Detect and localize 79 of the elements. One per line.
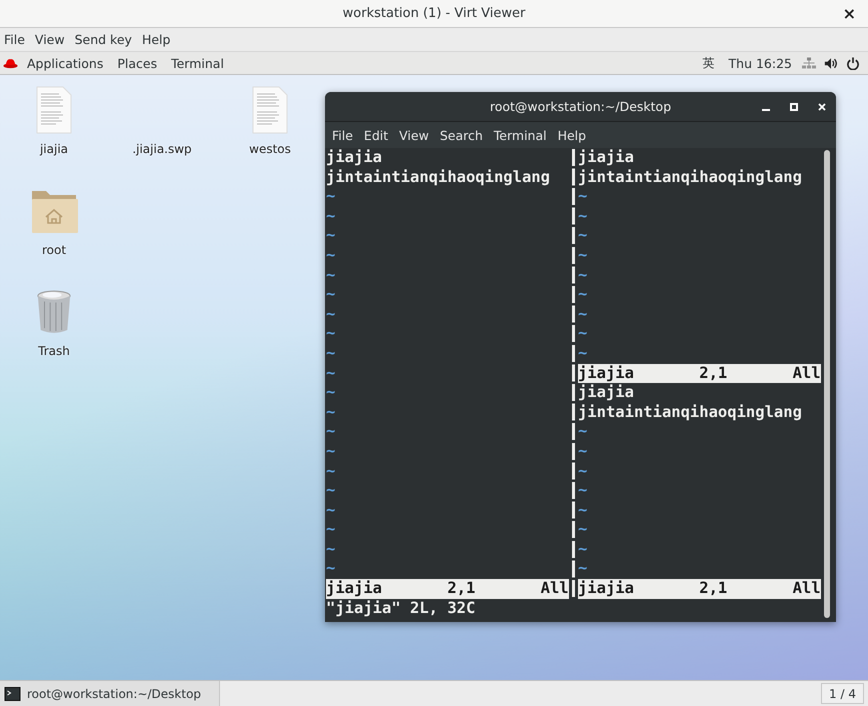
empty-line-marker: ~ <box>326 402 336 422</box>
command-line: "jiajia" 2L, 32C <box>326 598 476 618</box>
empty-line-marker: ~ <box>578 462 588 482</box>
empty-line-marker: ~ <box>326 187 336 207</box>
empty-line-marker: ~ <box>578 344 588 364</box>
file-label[interactable]: Trash <box>38 344 70 358</box>
empty-line-marker: ~ <box>578 187 588 207</box>
empty-line-marker: ~ <box>578 500 588 520</box>
window-title: root@workstation:~/Desktop <box>27 686 202 700</box>
text-line: jintaintianqihaoqinglang <box>578 402 803 422</box>
scroll-position: All <box>792 364 821 384</box>
empty-line-marker: ~ <box>326 324 336 344</box>
empty-line-marker: ~ <box>578 481 588 501</box>
text-line: jiajia <box>578 148 635 168</box>
file-label[interactable]: jiajia <box>40 142 68 156</box>
empty-line-marker: ~ <box>326 226 336 246</box>
menu-item[interactable]: Edit <box>364 128 388 142</box>
empty-line-marker: ~ <box>326 383 336 403</box>
empty-line-marker: ~ <box>578 520 588 540</box>
empty-line-marker: ~ <box>326 206 336 226</box>
text-line: jintaintianqihaoqinglang <box>578 168 803 188</box>
cursor-position: 2,1 <box>699 364 728 384</box>
empty-line-marker: ~ <box>578 559 588 580</box>
file-label[interactable]: .jiajia.swp <box>132 142 192 156</box>
clock[interactable]: Thu 16:25 <box>724 56 802 70</box>
menu-item[interactable]: Help <box>558 128 586 142</box>
empty-line-marker: ~ <box>578 285 588 305</box>
empty-line-marker: ~ <box>326 285 336 305</box>
menu-item[interactable]: Help <box>142 32 176 47</box>
empty-line-marker: ~ <box>578 442 588 462</box>
empty-line-marker: ~ <box>326 500 336 520</box>
empty-line-marker: ~ <box>326 422 336 442</box>
menu-item[interactable]: File <box>4 32 31 47</box>
input-method-indicator[interactable]: 英 <box>698 54 725 72</box>
empty-line-marker: ~ <box>578 422 588 442</box>
top-bar-menu[interactable]: Terminal <box>167 56 234 70</box>
text-line: jintaintianqihaoqinglang <box>326 168 551 188</box>
menu-item[interactable]: Send key <box>74 32 138 47</box>
empty-line-marker: ~ <box>326 462 336 482</box>
cursor-position: 2,1 <box>699 579 728 599</box>
menu-item[interactable]: View <box>399 128 429 142</box>
top-bar-menu[interactable]: Applications <box>23 56 114 70</box>
empty-line-marker: ~ <box>326 520 336 540</box>
window-title: root@workstation:~/Desktop <box>490 99 672 114</box>
top-bar-menu[interactable]: Places <box>113 56 168 70</box>
empty-line-marker: ~ <box>326 266 336 286</box>
empty-line-marker: ~ <box>326 481 336 501</box>
empty-line-marker: ~ <box>578 226 588 246</box>
file-name: jiajia <box>578 579 635 599</box>
scroll-position: All <box>540 579 569 599</box>
workspace-indicator[interactable]: 1 / 4 <box>821 683 864 704</box>
text-line: jiajia <box>326 148 383 168</box>
file-name: jiajia <box>326 579 383 599</box>
empty-line-marker: ~ <box>578 324 588 344</box>
text-line: jiajia <box>578 383 635 403</box>
empty-line-marker: ~ <box>326 344 336 364</box>
empty-line-marker: ~ <box>326 246 336 266</box>
menu-item[interactable]: File <box>332 128 353 142</box>
empty-line-marker: ~ <box>578 304 588 324</box>
file-label[interactable]: root <box>42 243 66 257</box>
empty-line-marker: ~ <box>578 266 588 286</box>
menu-item[interactable]: Search <box>440 128 483 142</box>
empty-line-marker: ~ <box>578 246 588 266</box>
cursor-position: 2,1 <box>447 579 476 599</box>
empty-line-marker: ~ <box>578 540 588 560</box>
empty-line-marker: ~ <box>326 442 336 462</box>
empty-line-marker: ~ <box>326 364 336 384</box>
empty-line-marker: ~ <box>326 304 336 324</box>
window-title: workstation (1) - Virt Viewer <box>342 6 526 21</box>
file-label[interactable]: westos <box>249 142 291 156</box>
empty-line-marker: ~ <box>578 206 588 226</box>
menu-item[interactable]: View <box>34 32 71 47</box>
empty-line-marker: ~ <box>326 540 336 560</box>
scroll-position: All <box>792 579 821 599</box>
taskbar-window-button[interactable]: root@workstation:~/Desktop <box>0 681 220 706</box>
close-button[interactable]: × <box>836 3 862 24</box>
menu-item[interactable]: Terminal <box>494 128 547 142</box>
file-name: jiajia <box>578 364 635 384</box>
empty-line-marker: ~ <box>326 559 336 580</box>
